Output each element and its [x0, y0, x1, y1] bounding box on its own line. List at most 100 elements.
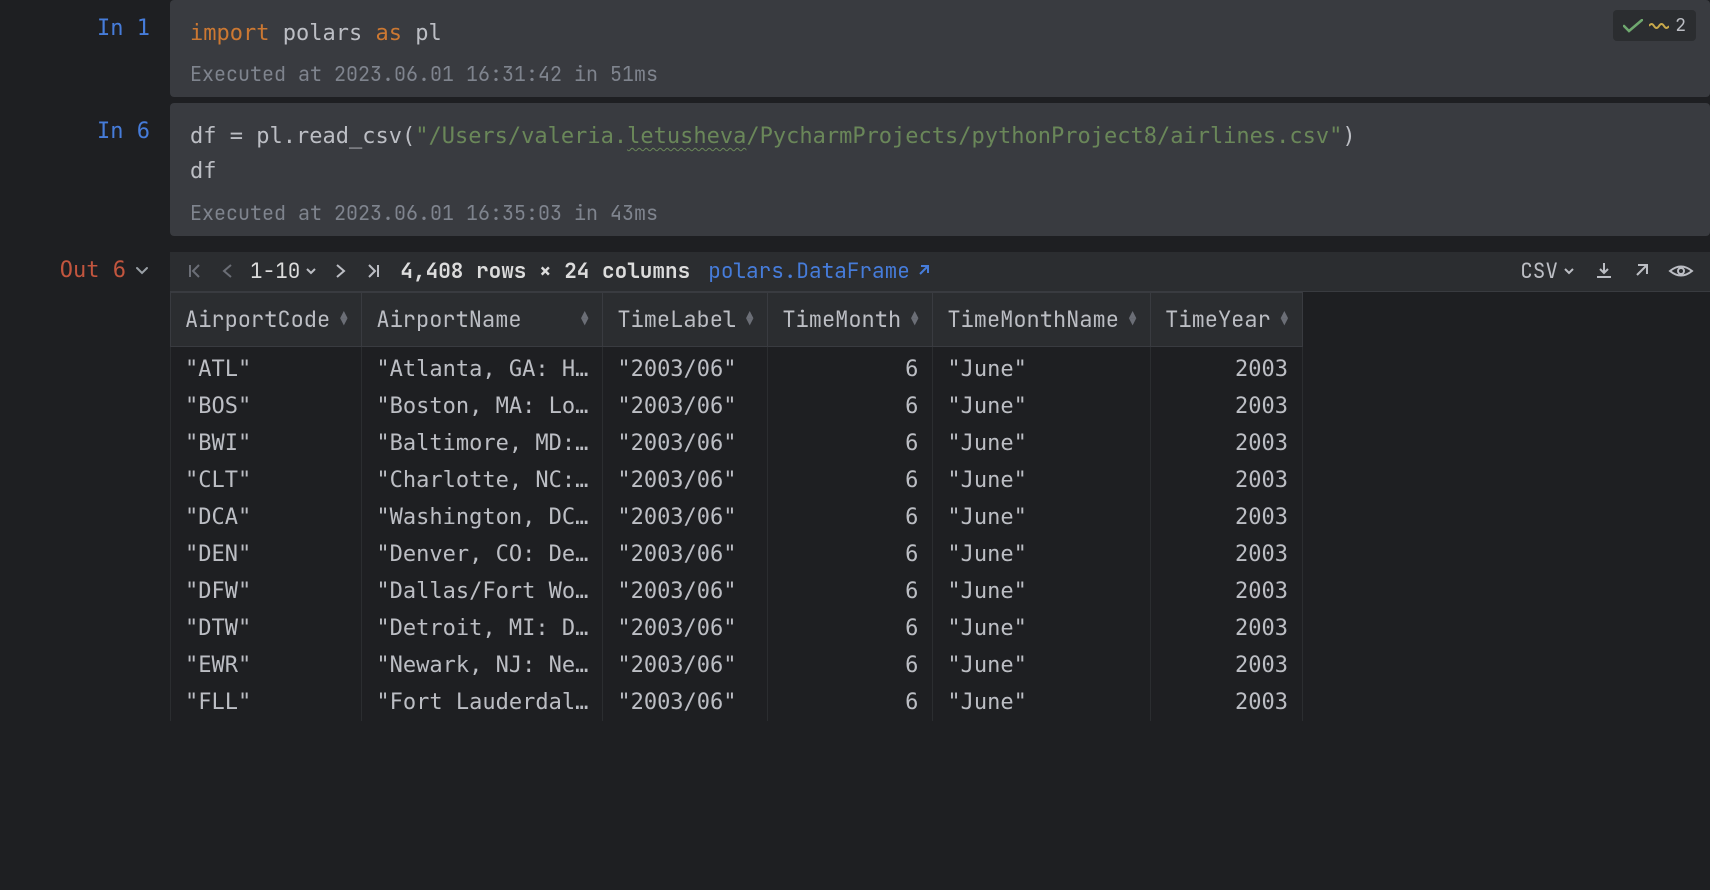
column-header[interactable]: AirportCode▲▼ [171, 292, 362, 346]
sort-icon[interactable]: ▲▼ [1281, 312, 1288, 326]
table-cell: "June" [933, 388, 1151, 425]
table-cell: "June" [933, 425, 1151, 462]
table-row[interactable]: "FLL""Fort Lauderdal…"2003/06"6"June"200… [171, 684, 1303, 721]
table-cell: "DEN" [171, 536, 362, 573]
table-cell: 6 [768, 462, 933, 499]
export-controls: CSV [1520, 258, 1694, 285]
table-cell: 6 [768, 346, 933, 388]
column-header[interactable]: TimeYear▲▼ [1151, 292, 1303, 346]
column-header-label: TimeMonthName [947, 305, 1119, 334]
prev-page-button[interactable] [220, 262, 234, 280]
table-row[interactable]: "ATL""Atlanta, GA: H…"2003/06"6"June"200… [171, 346, 1303, 388]
cell-label: In 1 [97, 16, 150, 41]
table-row[interactable]: "CLT""Charlotte, NC:…"2003/06"6"June"200… [171, 462, 1303, 499]
table-cell: 6 [768, 499, 933, 536]
column-header[interactable]: TimeMonth ▲▼ [768, 292, 933, 346]
table-cell: "2003/06" [603, 462, 768, 499]
table-cell: 6 [768, 536, 933, 573]
table-cell: "June" [933, 462, 1151, 499]
column-header-label: TimeLabel [617, 305, 736, 334]
table-cell: "2003/06" [603, 388, 768, 425]
problems-badge[interactable]: 2 [1613, 10, 1696, 41]
problems-count: 2 [1675, 14, 1686, 37]
column-header-label: TimeMonth [782, 305, 901, 334]
sort-icon[interactable]: ▲▼ [911, 312, 918, 326]
table-cell: "Boston, MA: Lo… [362, 388, 603, 425]
table-cell: "Baltimore, MD:… [362, 425, 603, 462]
sort-icon[interactable]: ▲▼ [340, 312, 347, 326]
table-cell: 2003 [1151, 684, 1303, 721]
chevron-down-icon[interactable] [134, 262, 150, 278]
table-cell: "EWR" [171, 647, 362, 684]
table-cell: "BOS" [171, 388, 362, 425]
column-header[interactable]: TimeMonthName ▲▼ [933, 292, 1151, 346]
table-row[interactable]: "DEN""Denver, CO: De…"2003/06"6"June"200… [171, 536, 1303, 573]
table-cell: "June" [933, 647, 1151, 684]
sort-icon[interactable]: ▲▼ [746, 312, 753, 326]
table-row[interactable]: "BOS""Boston, MA: Lo…"2003/06"6"June"200… [171, 388, 1303, 425]
cell-out-6: Out 6 1-10 [0, 242, 1710, 721]
table-cell: "BWI" [171, 425, 362, 462]
open-external-button[interactable] [1632, 262, 1650, 280]
first-page-button[interactable] [186, 262, 204, 280]
chevron-down-icon [1562, 264, 1576, 278]
code-line: import polars as pl [190, 16, 1690, 51]
table-cell: 6 [768, 610, 933, 647]
checkmark-icon [1623, 19, 1643, 33]
table-cell: 2003 [1151, 647, 1303, 684]
table-cell: "CLT" [171, 462, 362, 499]
last-page-button[interactable] [364, 262, 382, 280]
dataframe-toolbar: 1-10 4,408 rows × 24 columns polars.Data… [170, 252, 1710, 292]
table-cell: 2003 [1151, 388, 1303, 425]
next-page-button[interactable] [334, 262, 348, 280]
cell-gutter: Out 6 [0, 242, 170, 283]
table-cell: "June" [933, 573, 1151, 610]
table-cell: "Atlanta, GA: H… [362, 346, 603, 388]
table-header-row: AirportCode▲▼AirportName▲▼TimeLabel▲▼Tim… [171, 292, 1303, 346]
exec-info: Executed at 2023.06.01 16:35:03 in 43ms [190, 200, 1690, 226]
table-row[interactable]: "DCA""Washington, DC…"2003/06"6"June"200… [171, 499, 1303, 536]
table-cell: "Detroit, MI: D… [362, 610, 603, 647]
sort-icon[interactable]: ▲▼ [581, 312, 588, 326]
table-cell: "Charlotte, NC:… [362, 462, 603, 499]
table-cell: 6 [768, 647, 933, 684]
page-range-selector[interactable]: 1-10 [250, 258, 318, 285]
cell-label: Out 6 [60, 258, 126, 283]
table-row[interactable]: "BWI""Baltimore, MD:…"2003/06"6"June"200… [171, 425, 1303, 462]
column-header[interactable]: TimeLabel ▲▼ [603, 292, 768, 346]
table-cell: "DFW" [171, 573, 362, 610]
table-cell: 2003 [1151, 346, 1303, 388]
dataframe-type-link[interactable]: polars.DataFrame [708, 258, 930, 285]
external-link-icon [916, 264, 930, 278]
sort-icon[interactable]: ▲▼ [1129, 312, 1136, 326]
column-header[interactable]: AirportName ▲▼ [362, 292, 603, 346]
table-row[interactable]: "DFW""Dallas/Fort Wo…"2003/06"6"June"200… [171, 573, 1303, 610]
table-cell: 6 [768, 425, 933, 462]
table-cell: "2003/06" [603, 684, 768, 721]
table-row[interactable]: "DTW""Detroit, MI: D…"2003/06"6"June"200… [171, 610, 1303, 647]
eye-icon[interactable] [1668, 262, 1694, 280]
table-cell: "2003/06" [603, 425, 768, 462]
table-cell: 2003 [1151, 536, 1303, 573]
code-block[interactable]: 2 import polars as pl Executed at 2023.0… [170, 0, 1710, 97]
download-button[interactable] [1594, 261, 1614, 281]
table-row[interactable]: "EWR""Newark, NJ: Ne…"2003/06"6"June"200… [171, 647, 1303, 684]
cell-in-1: In 1 2 import polars as pl Executed at 2… [0, 0, 1710, 97]
table-cell: 2003 [1151, 573, 1303, 610]
table-cell: "2003/06" [603, 573, 768, 610]
pagination-nav: 1-10 [186, 258, 382, 285]
table-cell: 6 [768, 573, 933, 610]
table-cell: "Newark, NJ: Ne… [362, 647, 603, 684]
column-header-label: AirportName [376, 305, 521, 334]
table-cell: "June" [933, 684, 1151, 721]
export-format-selector[interactable]: CSV [1520, 258, 1576, 285]
dataframe-table: AirportCode▲▼AirportName▲▼TimeLabel▲▼Tim… [170, 292, 1710, 721]
dataframe-dimensions: 4,408 rows × 24 columns [400, 258, 690, 285]
table-cell: 2003 [1151, 499, 1303, 536]
table-cell: "2003/06" [603, 647, 768, 684]
code-block[interactable]: df = pl.read_csv("/Users/valeria.letushe… [170, 103, 1710, 235]
table-cell: "FLL" [171, 684, 362, 721]
table-cell: "2003/06" [603, 499, 768, 536]
code-line: df [190, 154, 1690, 189]
chevron-down-icon [304, 264, 318, 278]
